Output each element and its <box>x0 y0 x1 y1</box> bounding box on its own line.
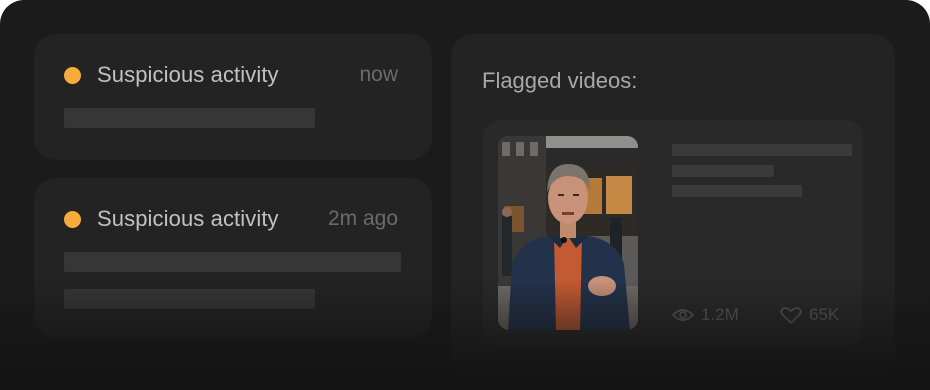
likes-count: 65K <box>809 305 840 324</box>
app-frame: Suspicious activity now Suspicious activ… <box>0 0 930 390</box>
alert-title: Suspicious activity <box>97 206 279 231</box>
title-placeholder <box>672 144 852 156</box>
text-placeholder <box>64 252 401 272</box>
text-placeholder <box>672 165 774 177</box>
text-placeholder <box>64 108 315 128</box>
views-count: 1.2M <box>701 305 739 324</box>
flagged-videos-panel: Flagged videos: 1.2M 65K <box>451 34 895 374</box>
video-thumbnail[interactable] <box>498 136 638 330</box>
text-placeholder <box>672 185 802 197</box>
alert-card[interactable]: Suspicious activity now <box>34 34 432 160</box>
thumbnail-image <box>498 136 638 330</box>
status-dot-icon <box>64 210 81 228</box>
alert-time: now <box>359 63 398 86</box>
likes-stat: 65K <box>780 305 839 325</box>
alert-header: Suspicious activity 2m ago <box>64 206 398 232</box>
status-dot-icon <box>64 66 81 84</box>
alert-header: Suspicious activity now <box>64 62 398 88</box>
views-stat: 1.2M <box>672 305 739 325</box>
alert-time: 2m ago <box>327 207 398 230</box>
heart-icon <box>780 306 802 324</box>
flagged-video-card[interactable]: 1.2M 65K <box>483 120 863 346</box>
alert-card[interactable]: Suspicious activity 2m ago <box>34 178 432 338</box>
panel-title: Flagged videos: <box>482 68 638 93</box>
eye-icon <box>672 309 694 321</box>
text-placeholder <box>64 289 315 309</box>
alert-title: Suspicious activity <box>97 62 279 87</box>
